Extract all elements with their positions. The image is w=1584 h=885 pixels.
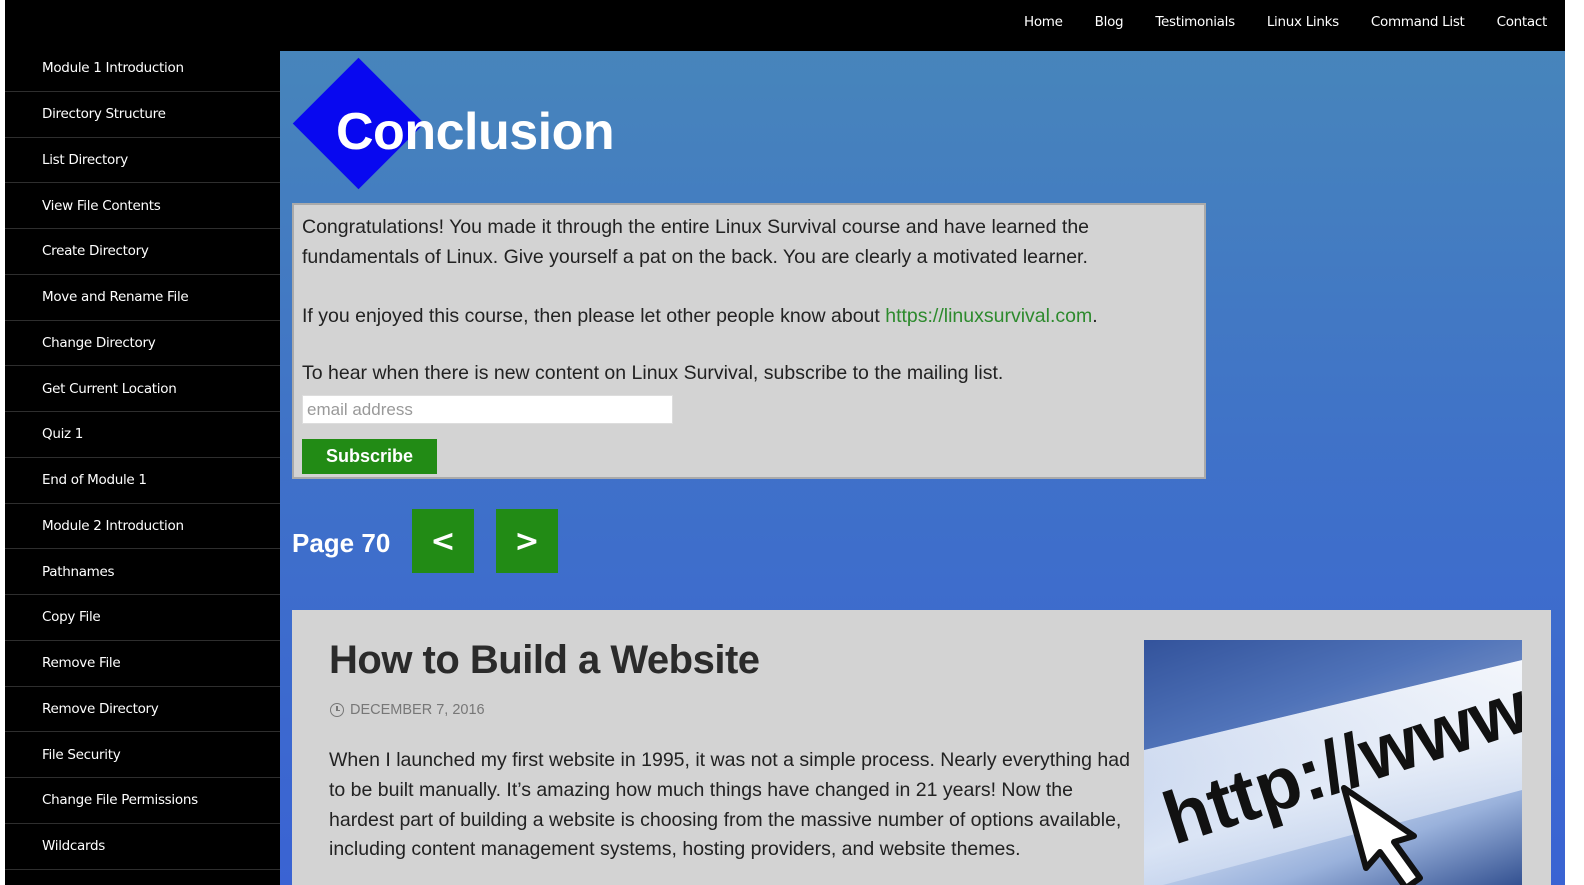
sidebar-item-move-and-rename-file[interactable]: Move and Rename File: [5, 275, 280, 321]
nav-testimonials-link[interactable]: Testimonials: [1155, 14, 1235, 30]
sidebar-item-label: End of Module 1: [42, 472, 147, 489]
sidebar-item-create-directory[interactable]: Create Directory: [5, 229, 280, 275]
sidebar-item-module-2-introduction[interactable]: Module 2 Introduction: [5, 504, 280, 550]
sidebar-item-label: Remove Directory: [42, 700, 159, 717]
page-number-label: Page 70: [292, 528, 391, 558]
main-content: Conclusion Congratulations! You made it …: [280, 51, 1565, 885]
sidebar-item-pathnames[interactable]: Pathnames: [5, 549, 280, 595]
subscribe-button[interactable]: Subscribe: [302, 439, 437, 474]
article-title[interactable]: How to Build a Website: [329, 638, 760, 683]
sidebar-item-remove-directory[interactable]: Remove Directory: [5, 687, 280, 733]
sidebar-item-label: List Directory: [42, 151, 128, 168]
sidebar-item-quiz-1[interactable]: Quiz 1: [5, 412, 280, 458]
article-featured-image[interactable]: http://www: [1144, 640, 1522, 885]
sidebar-item-module-1-introduction[interactable]: Module 1 Introduction: [5, 46, 280, 92]
sidebar-item-label: Directory Structure: [42, 106, 166, 123]
sidebar-item-change-directory[interactable]: Change Directory: [5, 321, 280, 367]
sidebar-item-label: Copy File: [42, 609, 101, 626]
share-suffix: .: [1092, 305, 1098, 327]
sidebar-item-label: Create Directory: [42, 243, 149, 260]
sidebar-item-directory-structure[interactable]: Directory Structure: [5, 92, 280, 138]
sidebar-item-label: File Security: [42, 746, 121, 763]
share-prefix: If you enjoyed this course, then please …: [302, 305, 886, 327]
article-excerpt: When I launched my first website in 1995…: [329, 749, 1130, 861]
sidebar-item-list-directory[interactable]: List Directory: [5, 138, 280, 184]
sidebar-item-copy-file[interactable]: Copy File: [5, 595, 280, 641]
sidebar-item-label: Change Directory: [42, 334, 156, 351]
page-edge: [1565, 0, 1584, 885]
subscribe-text: To hear when there is new content on Lin…: [302, 361, 1004, 384]
top-navigation-bar: Home Blog Testimonials Linux Links Comma…: [5, 0, 1565, 51]
clock-icon: [330, 703, 344, 717]
page-title: Conclusion: [336, 103, 615, 161]
browser-address-illustration: http://www: [1144, 640, 1522, 885]
linuxsurvival-link[interactable]: https://linuxsurvival.com: [885, 305, 1092, 327]
sidebar-item-label: Change File Permissions: [42, 792, 198, 809]
nav-linux-links-link[interactable]: Linux Links: [1267, 14, 1339, 30]
nav-contact-link[interactable]: Contact: [1497, 14, 1548, 30]
blog-article-preview: How to Build a Website DECEMBER 7, 2016 …: [292, 610, 1551, 885]
sidebar-item-label: Move and Rename File: [42, 289, 189, 306]
sidebar-item-view-file-contents[interactable]: View File Contents: [5, 183, 280, 229]
share-text: If you enjoyed this course, then please …: [302, 302, 1196, 332]
email-field[interactable]: [302, 395, 673, 424]
conclusion-box: Congratulations! You made it through the…: [292, 203, 1206, 479]
sidebar-item-get-current-location[interactable]: Get Current Location: [5, 366, 280, 412]
sidebar-item-label: Module 2 Introduction: [42, 517, 184, 534]
sidebar-item-wildcards[interactable]: Wildcards: [5, 824, 280, 870]
page-title-logo: Conclusion: [292, 57, 624, 190]
sidebar-item-remove-file[interactable]: Remove File: [5, 641, 280, 687]
previous-page-button[interactable]: <: [412, 509, 474, 573]
sidebar-item-label: Get Current Location: [42, 380, 177, 397]
sidebar-menu: Module 1 Introduction Directory Structur…: [5, 46, 280, 885]
article-date-text[interactable]: DECEMBER 7, 2016: [350, 702, 485, 718]
sidebar-item-label: Remove File: [42, 655, 121, 672]
sidebar-item-label: Wildcards: [42, 838, 106, 855]
sidebar-item-label: Pathnames: [42, 563, 115, 580]
sidebar-item-label: Quiz 1: [42, 426, 84, 443]
nav-command-list-link[interactable]: Command List: [1371, 14, 1465, 30]
next-page-button[interactable]: >: [496, 509, 558, 573]
sidebar-item-file-security[interactable]: File Security: [5, 732, 280, 778]
nav-home-link[interactable]: Home: [1024, 14, 1063, 30]
sidebar-item-change-file-permissions[interactable]: Change File Permissions: [5, 778, 280, 824]
sidebar-item-label: View File Contents: [42, 197, 161, 214]
nav-blog-link[interactable]: Blog: [1095, 14, 1124, 30]
top-nav: Home Blog Testimonials Linux Links Comma…: [992, 0, 1565, 44]
congratulations-text: Congratulations! You made it through the…: [302, 216, 1090, 268]
sidebar-item-end-of-module-1[interactable]: End of Module 1: [5, 458, 280, 504]
article-date: DECEMBER 7, 2016: [330, 702, 485, 718]
sidebar-item-label: Module 1 Introduction: [42, 60, 184, 77]
